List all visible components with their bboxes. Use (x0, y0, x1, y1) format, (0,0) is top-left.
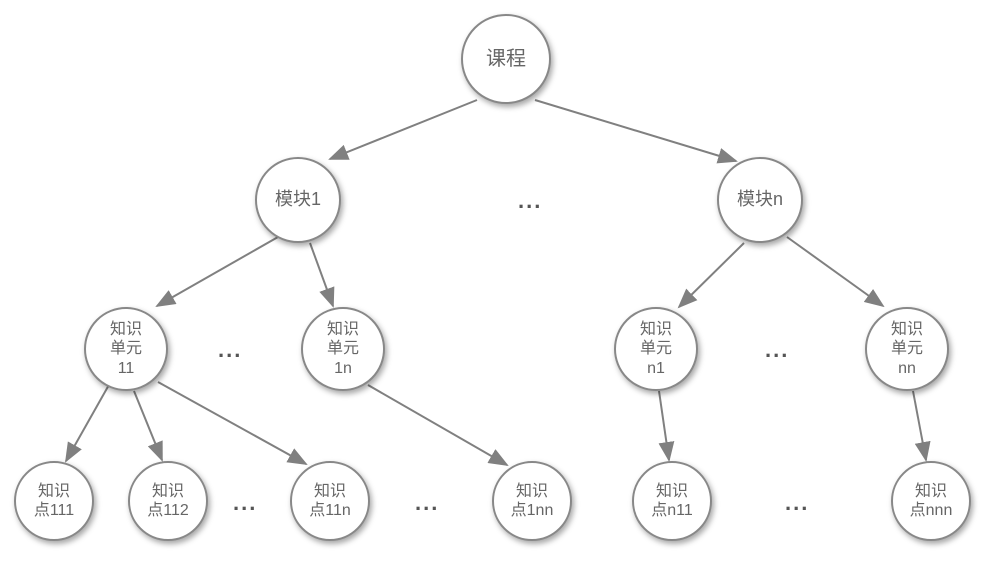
point-1nn-label: 知识 点1nn (511, 482, 554, 520)
ellipsis-units-n: ... (765, 337, 789, 363)
node-point-112: 知识 点112 (128, 461, 208, 541)
module-1-label: 模块1 (275, 189, 321, 211)
node-unit-n1: 知识 单元 n1 (614, 307, 698, 391)
node-point-nnn: 知识 点nnn (891, 461, 971, 541)
node-module-1: 模块1 (255, 157, 341, 243)
point-11n-label: 知识 点11n (309, 482, 351, 520)
unit-11-label: 知识 单元 11 (110, 320, 142, 378)
node-point-11n: 知识 点11n (290, 461, 370, 541)
node-module-n: 模块n (717, 157, 803, 243)
ellipsis-points-n: ... (785, 490, 809, 516)
point-nnn-label: 知识 点nnn (910, 482, 953, 520)
node-point-111: 知识 点111 (14, 461, 94, 541)
unit-n1-label: 知识 单元 n1 (640, 320, 672, 378)
point-112-label: 知识 点112 (147, 482, 189, 520)
ellipsis-modules: ... (518, 188, 542, 214)
unit-nn-label: 知识 单元 nn (891, 320, 923, 378)
module-n-label: 模块n (737, 189, 783, 211)
ellipsis-units-1: ... (218, 337, 242, 363)
node-point-n11: 知识 点n11 (632, 461, 712, 541)
ellipsis-points-1mid: ... (415, 490, 439, 516)
node-unit-nn: 知识 单元 nn (865, 307, 949, 391)
point-111-label: 知识 点111 (34, 482, 74, 520)
point-n11-label: 知识 点n11 (651, 482, 693, 520)
node-unit-11: 知识 单元 11 (84, 307, 168, 391)
unit-1n-label: 知识 单元 1n (327, 320, 359, 378)
node-unit-1n: 知识 单元 1n (301, 307, 385, 391)
node-point-1nn: 知识 点1nn (492, 461, 572, 541)
ellipsis-points-11: ... (233, 490, 257, 516)
root-label: 课程 (486, 47, 526, 71)
node-root: 课程 (461, 14, 551, 104)
